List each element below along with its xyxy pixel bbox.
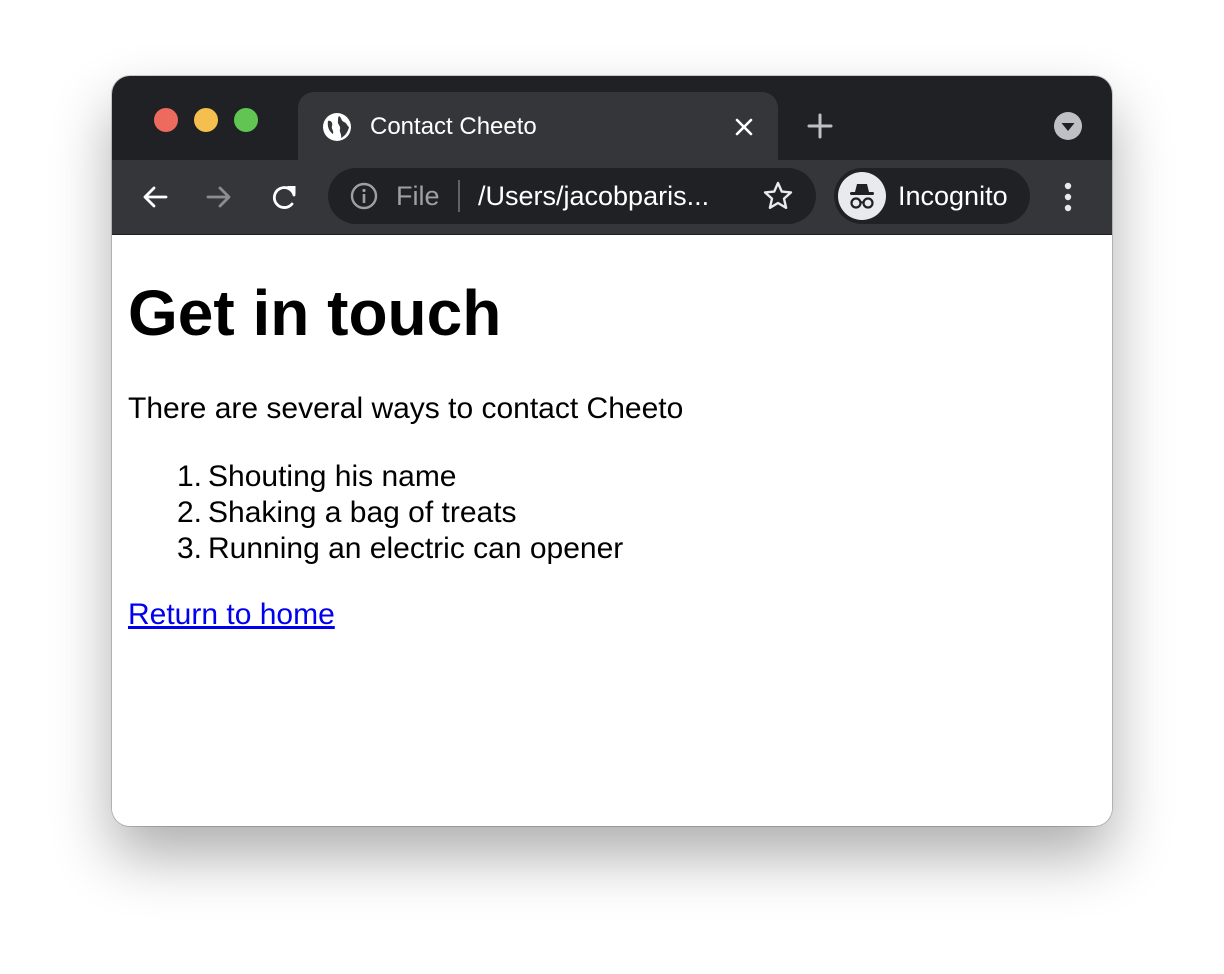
forward-arrow-icon[interactable] — [204, 182, 234, 212]
list-item-text: Shaking a bag of treats — [208, 496, 517, 529]
tab-contact-cheeto[interactable]: Contact Cheeto — [298, 92, 778, 162]
incognito-profile-button[interactable]: Incognito — [834, 168, 1030, 224]
more-vert-icon[interactable] — [1052, 180, 1084, 214]
intro-text: There are several ways to contact Cheeto — [128, 392, 684, 425]
new-tab-plus-icon[interactable] — [806, 112, 834, 140]
tab-strip: Contact Cheeto — [112, 76, 1112, 162]
browser-window: Contact Cheeto File /Users/jacobparis...… — [112, 76, 1112, 826]
profile-label: Incognito — [898, 181, 1008, 211]
address-bar[interactable]: File /Users/jacobparis... — [328, 168, 816, 224]
list-item: 2. Shaking a bag of treats — [128, 495, 623, 531]
avatar — [838, 172, 886, 220]
reload-icon[interactable] — [270, 182, 300, 212]
url-text[interactable]: /Users/jacobparis... — [478, 180, 738, 212]
return-home-link[interactable]: Return to home — [128, 597, 335, 633]
window-minimize-button[interactable] — [194, 108, 218, 132]
incognito-icon — [850, 184, 874, 209]
tab-title: Contact Cheeto — [370, 113, 537, 140]
close-icon[interactable] — [732, 115, 756, 139]
page-content: Get in touch There are several ways to c… — [112, 235, 1112, 826]
list-number: 3. — [176, 532, 202, 565]
tab-search-chevron-icon[interactable] — [1054, 112, 1082, 140]
page-title: Get in touch — [128, 277, 502, 349]
list-item-text: Shouting his name — [208, 460, 457, 493]
window-close-button[interactable] — [154, 108, 178, 132]
info-icon[interactable] — [350, 182, 378, 210]
list-number: 1. — [176, 460, 202, 493]
toolbar: File /Users/jacobparis... Incognito — [112, 160, 1112, 235]
back-arrow-icon[interactable] — [140, 182, 170, 212]
globe-icon — [323, 113, 351, 141]
bookmark-star-icon[interactable] — [762, 180, 794, 212]
address-divider — [458, 180, 460, 212]
list-number: 2. — [176, 496, 202, 529]
window-maximize-button[interactable] — [234, 108, 258, 132]
scheme-label: File — [396, 181, 440, 211]
list-item: 1. Shouting his name — [128, 459, 623, 495]
contact-ways-list: 1. Shouting his name 2. Shaking a bag of… — [128, 459, 623, 567]
list-item: 3. Running an electric can opener — [128, 531, 623, 567]
list-item-text: Running an electric can opener — [208, 532, 624, 565]
